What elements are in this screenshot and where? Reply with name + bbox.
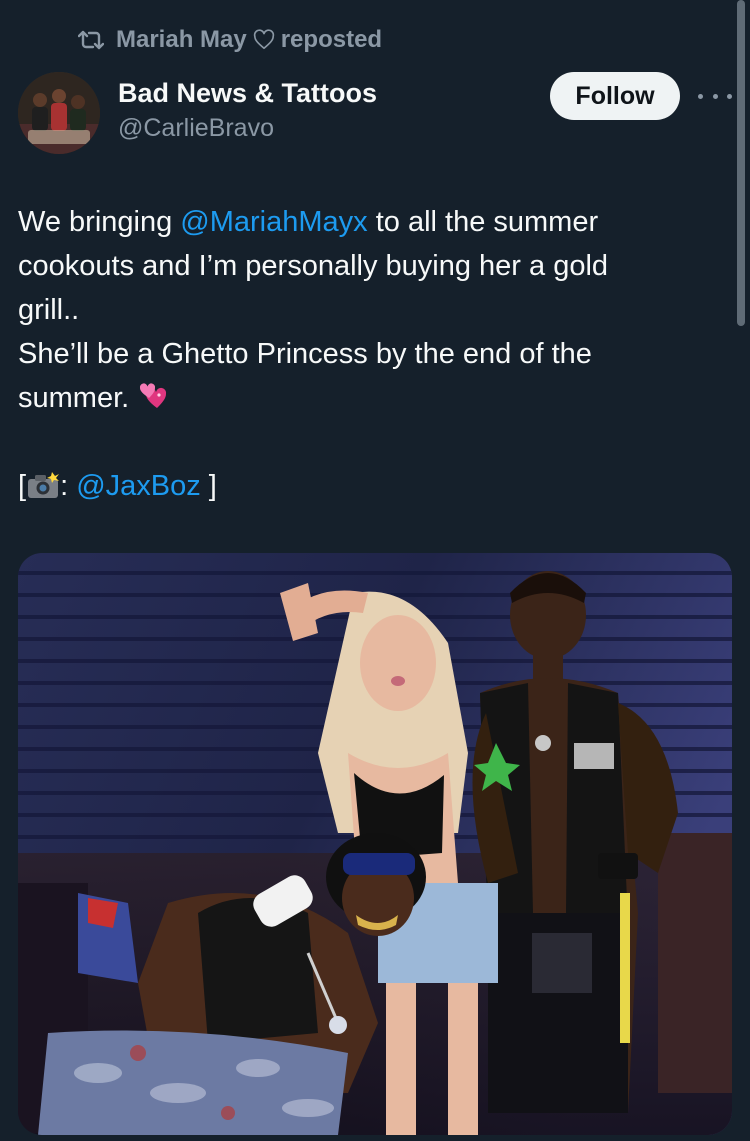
tweet-text-segment: : xyxy=(60,470,77,502)
tweet-line-3: grill.. xyxy=(18,294,80,326)
author-name[interactable]: Bad News & Tattoos xyxy=(118,78,377,109)
repost-user[interactable]: Mariah May xyxy=(116,26,247,54)
more-horizontal-icon[interactable] xyxy=(698,84,732,108)
heart-outline-icon xyxy=(253,29,274,50)
camera-flash-emoji xyxy=(28,472,60,498)
repost-indicator[interactable]: Mariah May reposted xyxy=(78,24,382,56)
tweet-media-photo[interactable] xyxy=(18,553,732,1135)
tweet-text-segment: to all the summer xyxy=(367,206,599,238)
follow-button[interactable]: Follow xyxy=(550,72,680,120)
tweet-text-segment: summer. xyxy=(18,382,130,414)
tweet-line-5: summer. xyxy=(18,376,718,420)
author-handle[interactable]: @CarlieBravo xyxy=(118,114,274,143)
tweet-text: We bringing @MariahMayx to all the summe… xyxy=(18,200,718,508)
photo-three-people xyxy=(18,553,732,1135)
tweet-line-credit: [ : @JaxBoz ] xyxy=(18,464,718,508)
tweet-text-segment: We bringing xyxy=(18,206,181,238)
tweet-text-segment: [ xyxy=(18,470,27,502)
repost-suffix: reposted xyxy=(280,26,383,53)
mention-link-jaxboz[interactable]: @JaxBoz xyxy=(76,470,201,502)
tweet-line-1: We bringing @MariahMayx to all the summe… xyxy=(18,200,718,244)
tweet-line-4: She’ll be a Ghetto Princess by the end o… xyxy=(18,338,592,370)
scrollbar[interactable] xyxy=(737,0,745,326)
two-hearts-emoji xyxy=(140,383,167,408)
tweet-text-segment: ] xyxy=(200,470,217,502)
tweet-line-2: cookouts and I’m personally buying her a… xyxy=(18,250,609,282)
mention-link-mariahmayx[interactable]: @MariahMayx xyxy=(180,206,367,238)
repost-icon xyxy=(78,30,104,50)
avatar[interactable] xyxy=(18,72,100,154)
avatar-group-photo xyxy=(18,72,100,154)
